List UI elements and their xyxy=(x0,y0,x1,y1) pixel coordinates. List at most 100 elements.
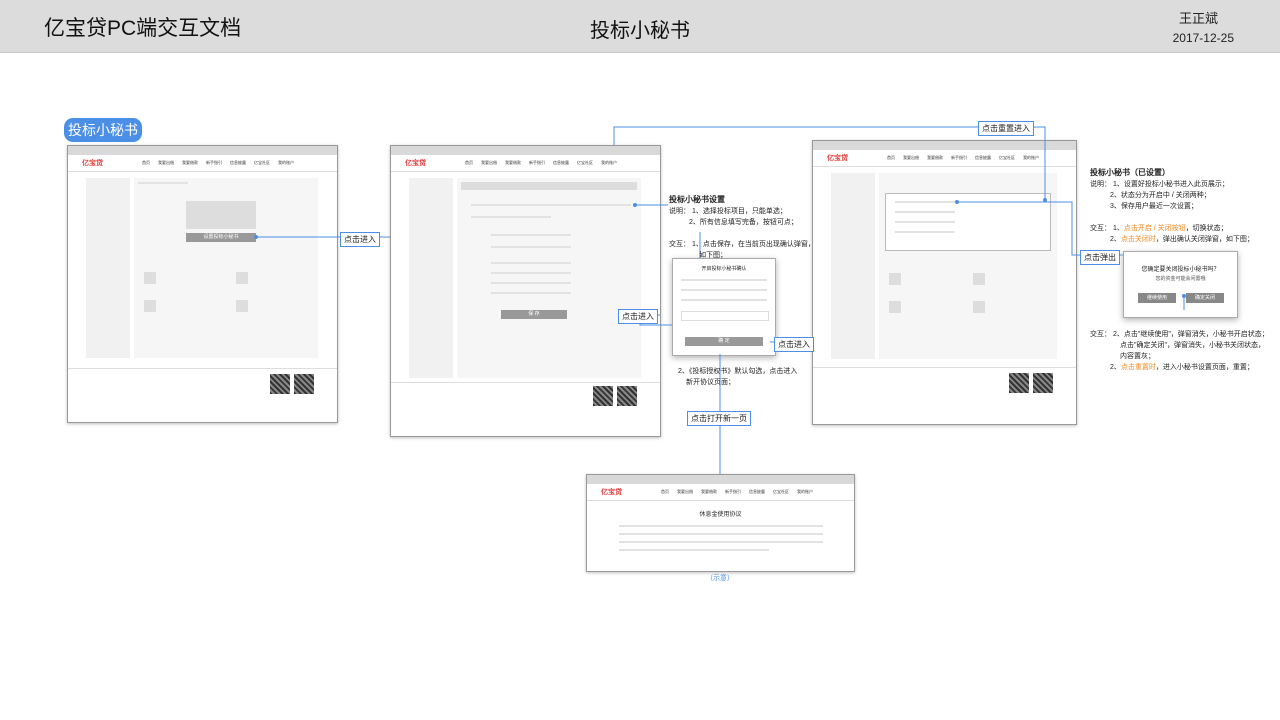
nav-item[interactable]: 信息披露 xyxy=(553,160,569,166)
caption: （示意） xyxy=(706,575,734,582)
callout-open-page: 点击打开新一页 xyxy=(687,411,751,426)
callout-enter-3: 点击进入 xyxy=(774,337,814,352)
note-line: 如下图； xyxy=(699,252,727,259)
nav-item[interactable]: 我要借款 xyxy=(701,489,717,495)
note-setup: 投标小秘书设置 说明： 1、选择投标项目，只能单选； 2、所有信息填写完备，按钮… xyxy=(669,194,815,261)
nav-item[interactable]: 首页 xyxy=(887,155,895,161)
form-row xyxy=(491,262,571,264)
qr-code xyxy=(1009,373,1029,393)
dialog-title: 开启投标小秘书确认 xyxy=(701,266,747,272)
nav-item[interactable]: 我的账户 xyxy=(601,160,617,166)
qr-code xyxy=(617,386,637,406)
continue-button[interactable]: 继续使用 xyxy=(1138,293,1176,303)
qr-code xyxy=(294,374,314,394)
nav-item[interactable]: 我的账户 xyxy=(1023,155,1039,161)
settings-form xyxy=(457,178,641,378)
nav-item[interactable]: 新手指引 xyxy=(206,160,222,166)
nav-item[interactable]: 新手指引 xyxy=(951,155,967,161)
nav-item[interactable]: 信息披露 xyxy=(975,155,991,161)
frame-landing: 亿宝贷 首页 我要出借 我要借款 新手指引 信息披露 亿宝社区 我的账户 设置投… xyxy=(67,145,338,423)
note-configured: 投标小秘书（已设置） 说明： 1、设置好投标小秘书进入此页展示； 2、状态分为开… xyxy=(1090,167,1254,245)
brand-logo: 亿宝贷 xyxy=(405,160,426,167)
text-line xyxy=(619,525,823,527)
nav-item[interactable]: 我的账户 xyxy=(797,489,813,495)
nav-item[interactable]: 我要出借 xyxy=(158,160,174,166)
note-agreement: 2、《投标授权书》默认勾选，点击进入 新开协议页面； xyxy=(678,366,797,388)
text-line xyxy=(619,549,769,551)
form-row xyxy=(491,234,571,236)
account-sidebar xyxy=(831,173,875,359)
nav-item[interactable]: 亿宝社区 xyxy=(254,160,270,166)
nav-item[interactable]: 信息披露 xyxy=(749,489,765,495)
note-line: ，弹出确认关闭弹窗，如下图； xyxy=(1155,236,1254,243)
note-line: 2、 xyxy=(1110,364,1121,371)
nav-item[interactable]: 我要借款 xyxy=(927,155,943,161)
nav-item[interactable]: 我要出借 xyxy=(481,160,497,166)
frame-nav: 亿宝贷 首页 我要出借 我要借款 新手指引 信息披露 亿宝社区 我的账户 xyxy=(587,484,854,501)
form-row xyxy=(491,292,571,294)
note-highlight: 点击开启 / 关闭按钮 xyxy=(1123,225,1186,232)
save-button[interactable]: 保 存 xyxy=(501,310,567,319)
note-line: 内容置灰； xyxy=(1120,353,1155,360)
nav-item[interactable]: 我要出借 xyxy=(677,489,693,495)
note-highlight: 点击重置时 xyxy=(1120,364,1156,371)
note-line: 2、 xyxy=(1110,236,1121,243)
nav-item[interactable]: 我的账户 xyxy=(278,160,294,166)
account-sidebar xyxy=(409,178,453,378)
panel-title-bar xyxy=(461,182,637,190)
note-line: 说明： 1、选择投标项目，只能单选； xyxy=(669,208,787,215)
frame-nav: 亿宝贷 首页 我要出借 我要借款 新手指引 信息披露 亿宝社区 我的账户 xyxy=(391,155,660,172)
nav-item[interactable]: 新手指引 xyxy=(529,160,545,166)
note-close: 交互： 2、点击"继续使用"，弹窗消失，小秘书开启状态； 点击"确定关闭"，弹窗… xyxy=(1090,329,1269,373)
nav-item[interactable]: 新手指引 xyxy=(725,489,741,495)
form-row xyxy=(491,272,571,274)
note-line: 2、所有信息填写完备，按钮可点； xyxy=(689,219,798,226)
note-line: 2、《投标授权书》默认勾选，点击进入 xyxy=(678,368,798,375)
note-line: 说明： 1、设置好投标小秘书进入此页展示； xyxy=(1090,181,1229,188)
setting-row xyxy=(895,201,955,203)
setting-row xyxy=(895,231,955,233)
nav-item[interactable]: 亿宝社区 xyxy=(999,155,1015,161)
nav-item[interactable]: 信息披露 xyxy=(230,160,246,166)
callout-popup: 点击弹出 xyxy=(1080,250,1120,265)
brand-logo: 亿宝贷 xyxy=(827,155,848,162)
thumb xyxy=(144,300,156,312)
close-subtext: 您的资金可能会闲置哦 xyxy=(1155,276,1206,282)
thumb xyxy=(889,301,901,313)
callout-enter: 点击进入 xyxy=(340,232,380,247)
note-line: ，进入小秘书设置页面，重置； xyxy=(1155,364,1254,371)
setting-row xyxy=(895,221,955,223)
nav-item[interactable]: 首页 xyxy=(465,160,473,166)
frame-settings: 亿宝贷 首页 我要出借 我要借款 新手指引 信息披露 亿宝社区 我的账户 保 存 xyxy=(390,145,661,437)
note-line: 点击"确定关闭"，弹窗消失，小秘书关闭状态， xyxy=(1120,342,1265,349)
confirm-dialog: 开启投标小秘书确认 确 定 xyxy=(672,258,776,356)
frame-nav: 亿宝贷 首页 我要出借 我要借款 新手指引 信息披露 亿宝社区 我的账户 xyxy=(813,150,1076,167)
nav-item[interactable]: 首页 xyxy=(661,489,669,495)
form-row xyxy=(471,216,551,218)
note-highlight: 点击关闭时 xyxy=(1120,236,1156,243)
form-row xyxy=(491,246,571,248)
qr-code xyxy=(593,386,613,406)
dialog-row xyxy=(681,279,767,281)
doc-header: 亿宝贷PC端交互文档 投标小秘书 王正斌 2017-12-25 xyxy=(0,0,1280,53)
dialog-input[interactable] xyxy=(681,311,769,321)
thumb xyxy=(973,301,985,313)
nav-item[interactable]: 亿宝社区 xyxy=(577,160,593,166)
setup-button[interactable]: 设置投标小秘书 xyxy=(186,233,256,242)
nav-item[interactable]: 我要出借 xyxy=(903,155,919,161)
thumb xyxy=(236,300,248,312)
dialog-confirm-button[interactable]: 确 定 xyxy=(685,337,763,346)
close-dialog: 您确定要关闭投标小秘书吗？ 您的资金可能会闲置哦 继续使用 确定关闭 xyxy=(1123,251,1238,318)
panel-title-bar xyxy=(138,182,188,184)
thumb xyxy=(973,273,985,285)
nav-item[interactable]: 我要借款 xyxy=(182,160,198,166)
nav-item[interactable]: 亿宝社区 xyxy=(773,489,789,495)
nav-item[interactable]: 我要借款 xyxy=(505,160,521,166)
thumb xyxy=(236,272,248,284)
form-row xyxy=(491,282,571,284)
section-tag: 投标小秘书 xyxy=(64,118,142,142)
confirm-close-button[interactable]: 确定关闭 xyxy=(1186,293,1224,303)
note-title: 投标小秘书设置 xyxy=(669,195,725,204)
account-sidebar xyxy=(86,178,130,358)
nav-item[interactable]: 首页 xyxy=(142,160,150,166)
